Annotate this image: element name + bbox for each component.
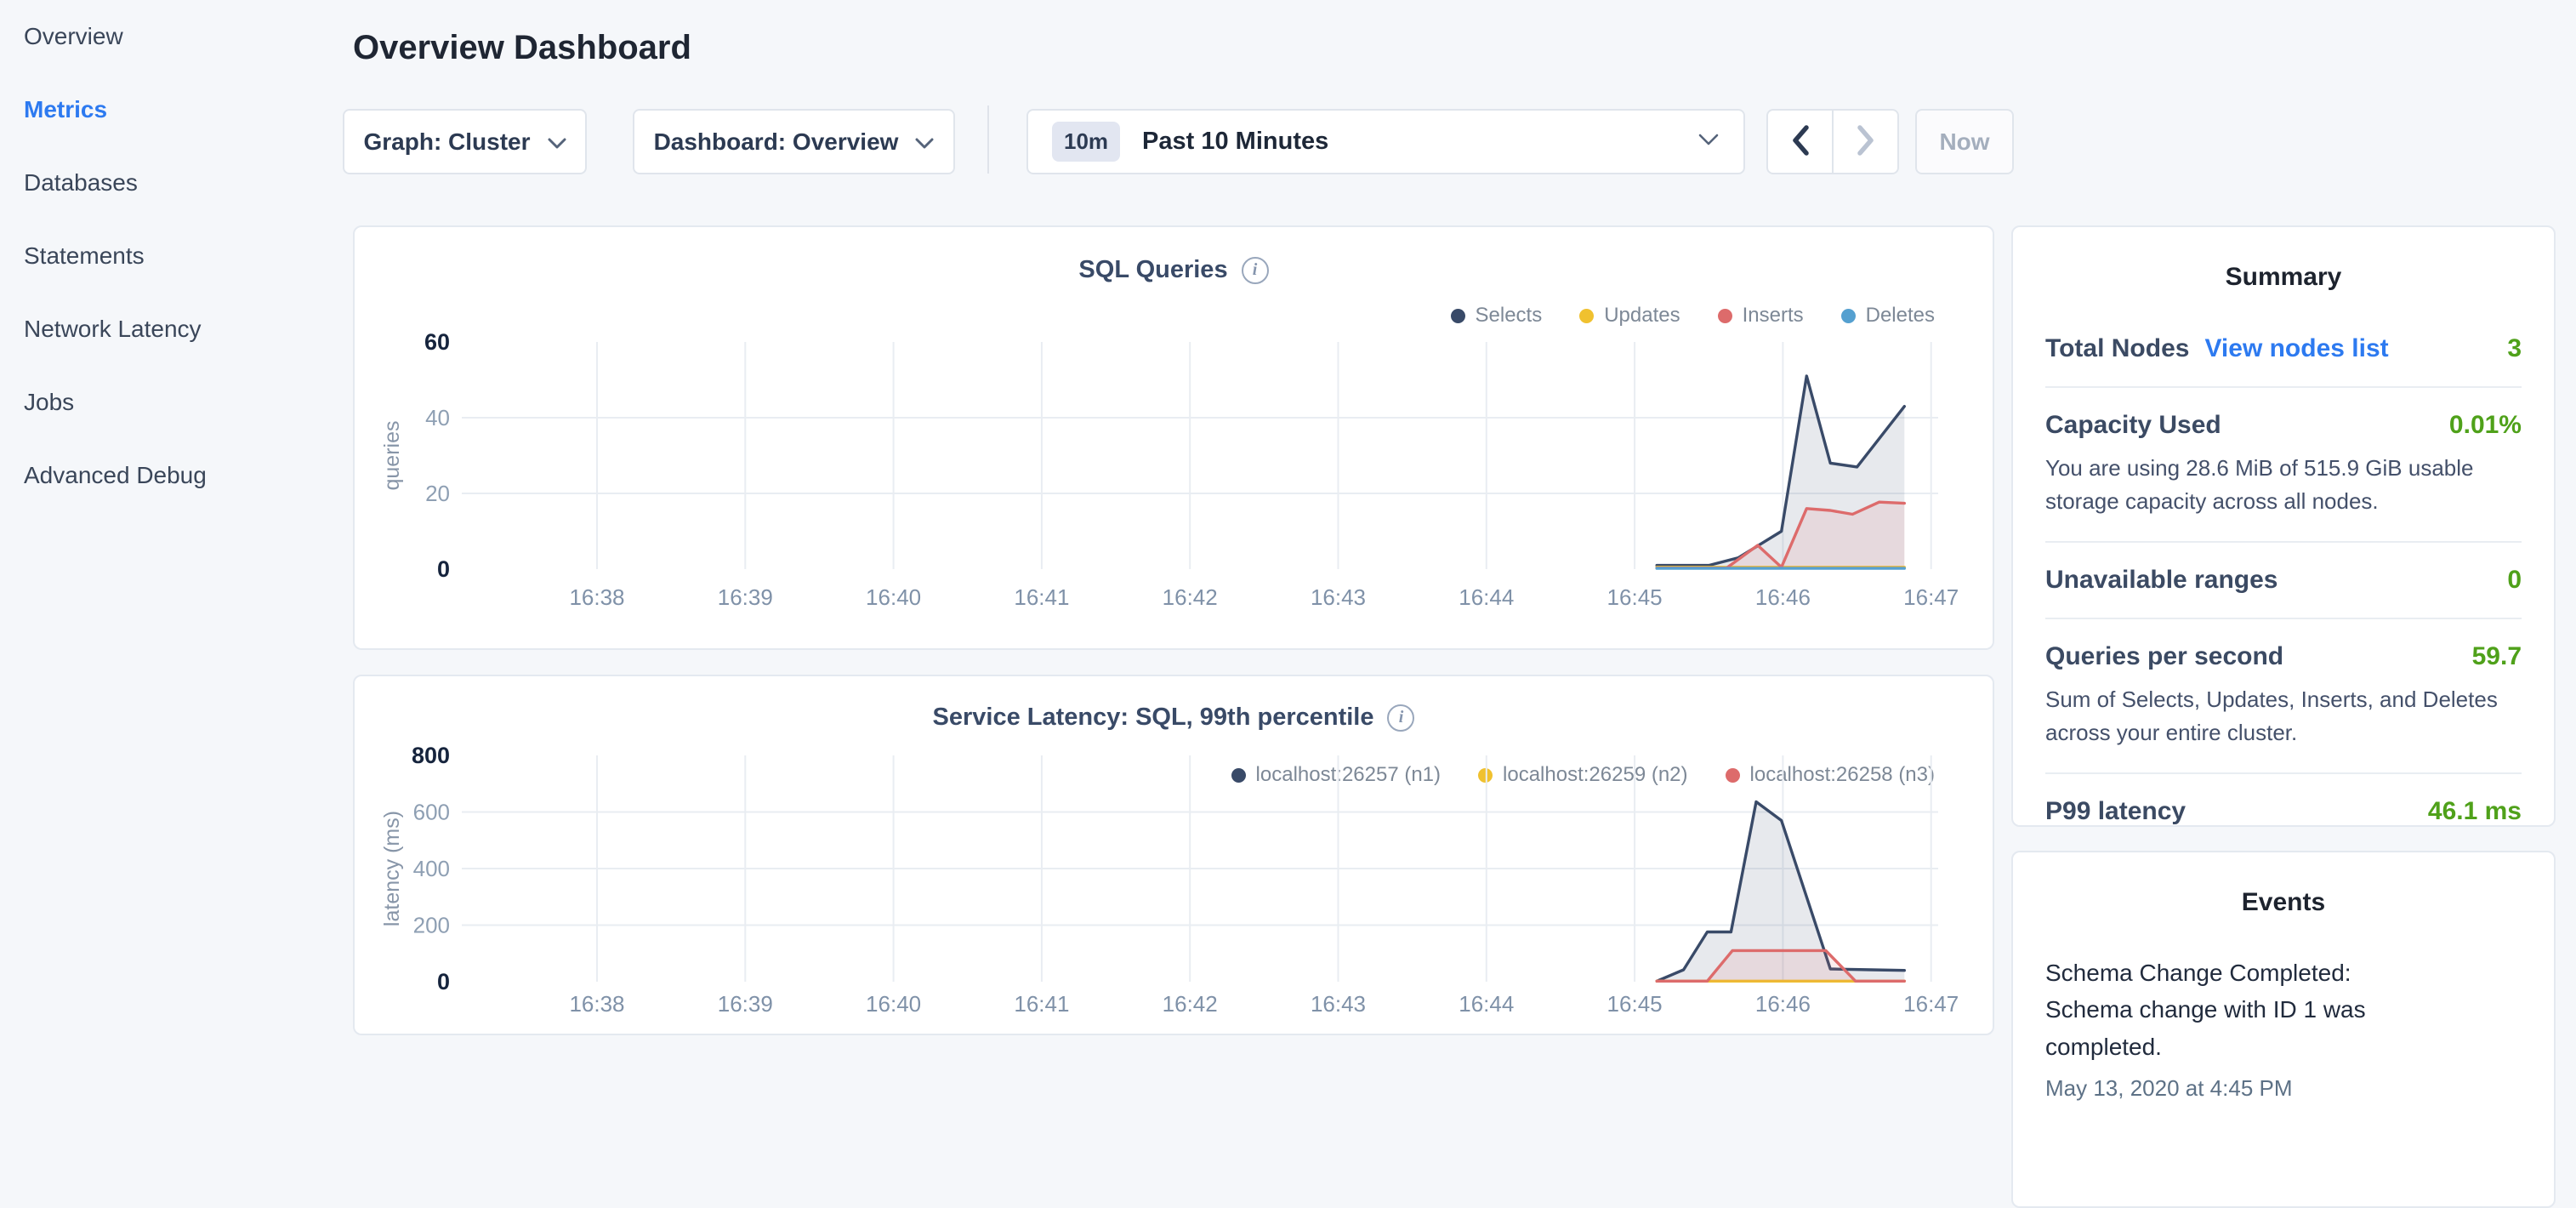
y-tick-label: 400 <box>413 856 450 881</box>
summary-row-value: 46.1 ms <box>2428 797 2522 826</box>
time-forward-button[interactable] <box>1832 111 1897 173</box>
summary-row: P99 latency 46.1 ms <box>2045 797 2522 826</box>
y-tick-label: 0 <box>437 969 450 994</box>
sidebar-item-overview[interactable]: Overview <box>0 0 340 73</box>
graph-dropdown[interactable]: Graph: Cluster <box>343 109 587 174</box>
summary-title: Summary <box>2045 263 2522 292</box>
summary-row-value: 3 <box>2507 334 2522 363</box>
summary-divider <box>2045 386 2522 388</box>
summary-row-description: You are using 28.6 MiB of 515.9 GiB usab… <box>2045 452 2522 518</box>
y-tick-label: 600 <box>413 800 450 825</box>
x-tick-label: 16:38 <box>569 584 624 610</box>
chart-plot-area[interactable]: 16:38 16:39 16:40 16:41 16:42 16:43 16:44 16:45… <box>355 676 1993 1034</box>
x-tick-label: 16:44 <box>1459 584 1514 610</box>
summary-divider <box>2045 618 2522 619</box>
x-tick-label: 16:43 <box>1311 991 1366 1017</box>
page-title: Overview Dashboard <box>353 29 691 67</box>
x-tick-label: 16:46 <box>1755 584 1811 610</box>
chevron-down-icon <box>548 128 566 156</box>
now-button[interactable]: Now <box>1915 109 2014 174</box>
summary-divider <box>2045 541 2522 543</box>
chevron-left-icon <box>1789 123 1811 160</box>
x-tick-label: 16:39 <box>718 991 773 1017</box>
sidebar-item-databases[interactable]: Databases <box>0 146 340 219</box>
chart-card-service-latency: Service Latency: SQL, 99th percentileilo… <box>353 675 1994 1035</box>
x-tick-label: 16:47 <box>1903 584 1959 610</box>
summary-divider <box>2045 772 2522 774</box>
graph-dropdown-label: Graph: Cluster <box>363 128 530 156</box>
chart-plot-area[interactable]: 16:38 16:39 16:40 16:41 16:42 16:43 16:44 16:45… <box>355 227 1993 648</box>
summary-row-label: Total Nodes <box>2045 334 2189 363</box>
chevron-down-icon <box>915 128 934 156</box>
time-range-label: Past 10 Minutes <box>1142 128 1328 156</box>
summary-row-label: P99 latency <box>2045 797 2186 826</box>
dashboard-dropdown-label: Dashboard: Overview <box>654 128 899 156</box>
time-range-badge: 10m <box>1052 122 1120 162</box>
y-tick-label: 40 <box>425 405 450 430</box>
summary-row-description: Sum of Selects, Updates, Inserts, and De… <box>2045 683 2522 749</box>
summary-row: Total Nodes View nodes list 3 <box>2045 334 2522 363</box>
x-tick-label: 16:38 <box>569 991 624 1017</box>
sidebar-item-advanced-debug[interactable]: Advanced Debug <box>0 439 340 512</box>
y-tick-label: 200 <box>413 913 450 938</box>
y-tick-label: 60 <box>424 329 450 355</box>
sidebar: OverviewMetricsDatabasesStatementsNetwor… <box>0 0 340 1051</box>
x-tick-label: 16:47 <box>1903 991 1959 1017</box>
x-tick-label: 16:40 <box>866 584 921 610</box>
events-title: Events <box>2045 888 2522 917</box>
sidebar-item-metrics[interactable]: Metrics <box>0 73 340 146</box>
summary-row: Unavailable ranges 0 <box>2045 566 2522 595</box>
summary-row: Capacity Used 0.01% You are using 28.6 MiB… <box>2045 411 2522 518</box>
x-tick-label: 16:40 <box>866 991 921 1017</box>
event-message: Schema Change Completed: Schema change w… <box>2045 954 2445 1065</box>
x-tick-label: 16:45 <box>1607 991 1663 1017</box>
x-tick-label: 16:43 <box>1311 584 1366 610</box>
x-tick-label: 16:45 <box>1607 584 1663 610</box>
summary-row-value: 59.7 <box>2472 642 2522 671</box>
event-timestamp: May 13, 2020 at 4:45 PM <box>2045 1075 2522 1102</box>
x-tick-label: 16:39 <box>718 584 773 610</box>
chevron-down-icon <box>1697 133 1720 151</box>
controls-divider <box>987 105 989 174</box>
summary-row: Queries per second 59.7 Sum of Selects, Up… <box>2045 642 2522 749</box>
x-tick-label: 16:41 <box>1014 991 1069 1017</box>
summary-row-label: Queries per second <box>2045 642 2283 671</box>
view-nodes-list-link[interactable]: View nodes list <box>2204 334 2388 363</box>
event-item: Schema Change Completed: Schema change w… <box>2045 954 2522 1102</box>
summary-row-value: 0 <box>2507 566 2522 595</box>
sidebar-item-network-latency[interactable]: Network Latency <box>0 293 340 366</box>
y-tick-label: 0 <box>437 556 450 582</box>
chart-card-sql-queries: SQL QueriesiSelectsUpdatesInsertsDeletes… <box>353 225 1994 650</box>
x-tick-label: 16:42 <box>1163 584 1218 610</box>
sidebar-item-statements[interactable]: Statements <box>0 219 340 293</box>
time-step-buttons <box>1766 109 1899 174</box>
events-panel: Events Schema Change Completed: Schema c… <box>2011 851 2556 1208</box>
y-axis-label: latency (ms) <box>380 811 404 926</box>
chevron-right-icon <box>1855 123 1877 160</box>
x-tick-label: 16:42 <box>1163 991 1218 1017</box>
summary-panel: Summary Total Nodes View nodes list 3 Capac… <box>2011 225 2556 827</box>
y-tick-label: 20 <box>425 481 450 506</box>
sidebar-item-jobs[interactable]: Jobs <box>0 366 340 439</box>
time-backward-button[interactable] <box>1768 111 1832 173</box>
time-range-selector[interactable]: 10m Past 10 Minutes <box>1026 109 1745 174</box>
summary-row-label: Unavailable ranges <box>2045 566 2277 595</box>
x-tick-label: 16:44 <box>1459 991 1514 1017</box>
summary-row-value: 0.01% <box>2449 411 2522 440</box>
x-tick-label: 16:41 <box>1014 584 1069 610</box>
x-tick-label: 16:46 <box>1755 991 1811 1017</box>
y-axis-label: queries <box>380 421 404 491</box>
dashboard-dropdown[interactable]: Dashboard: Overview <box>633 109 955 174</box>
y-tick-label: 800 <box>412 743 450 768</box>
summary-row-label: Capacity Used <box>2045 411 2221 440</box>
